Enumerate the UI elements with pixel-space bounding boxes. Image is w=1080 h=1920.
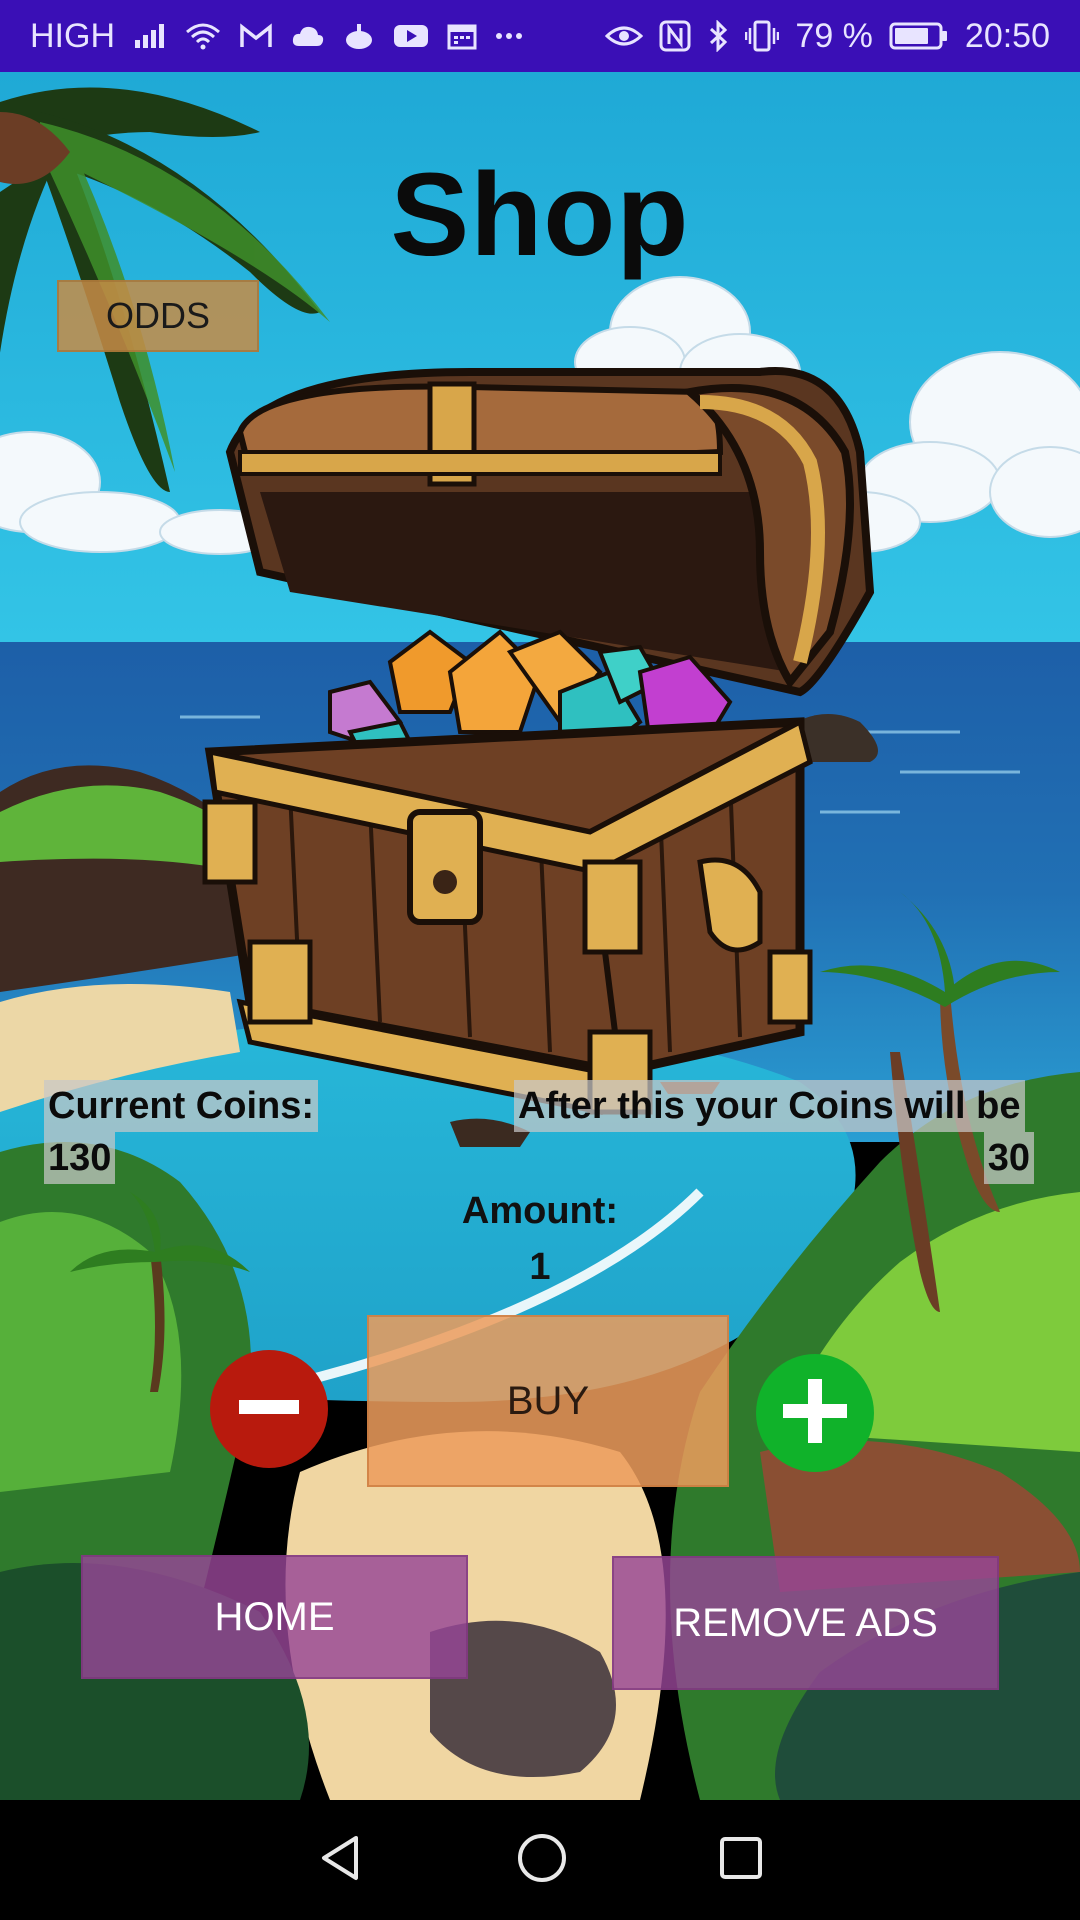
- amount-label: Amount:: [461, 1190, 619, 1232]
- app-icon: [343, 22, 375, 50]
- plus-icon: [783, 1378, 847, 1448]
- buy-button[interactable]: BUY: [367, 1315, 729, 1487]
- calendar-icon: [447, 22, 477, 50]
- status-left: HIGH: [30, 17, 523, 56]
- shop-scene: Shop ODDS Current Coins: 130 After this …: [0, 72, 1080, 1800]
- odds-button[interactable]: ODDS: [57, 280, 259, 352]
- back-icon[interactable]: [316, 1833, 366, 1888]
- bluetooth-icon: [707, 20, 729, 52]
- wifi-icon: [185, 22, 221, 50]
- cloud-icon: [291, 24, 325, 48]
- network-label: HIGH: [30, 16, 115, 55]
- eye-icon: [605, 23, 644, 49]
- amount-value: 1: [529, 1246, 551, 1288]
- more-icon: [495, 31, 523, 41]
- home-circle-icon[interactable]: [516, 1832, 568, 1889]
- status-bar: HIGH 79 % 20:50: [0, 0, 1080, 72]
- clock: 20:50: [964, 16, 1050, 55]
- battery-icon: [889, 21, 949, 51]
- navigation-bar: [0, 1800, 1080, 1920]
- battery-percent: 79 %: [795, 16, 873, 55]
- signal-icon: [133, 22, 167, 50]
- current-coins-value: 130: [44, 1132, 116, 1184]
- decrease-amount-button[interactable]: [210, 1350, 328, 1468]
- vibrate-icon: [745, 20, 780, 52]
- after-coins-value: 30: [983, 1132, 1034, 1184]
- status-right: 79 % 20:50: [605, 17, 1050, 56]
- after-coins-label: After this your Coins will be: [514, 1080, 1025, 1132]
- remove-ads-button[interactable]: REMOVE ADS: [612, 1556, 999, 1690]
- increase-amount-button[interactable]: [756, 1354, 874, 1472]
- nfc-icon: [659, 20, 691, 52]
- recents-icon[interactable]: [718, 1835, 764, 1886]
- home-button[interactable]: HOME: [81, 1555, 468, 1679]
- gmail-icon: [239, 23, 273, 49]
- minus-icon: [239, 1397, 299, 1422]
- current-coins-label: Current Coins:: [44, 1080, 318, 1132]
- page-title: Shop: [390, 149, 690, 281]
- youtube-icon: [393, 23, 429, 49]
